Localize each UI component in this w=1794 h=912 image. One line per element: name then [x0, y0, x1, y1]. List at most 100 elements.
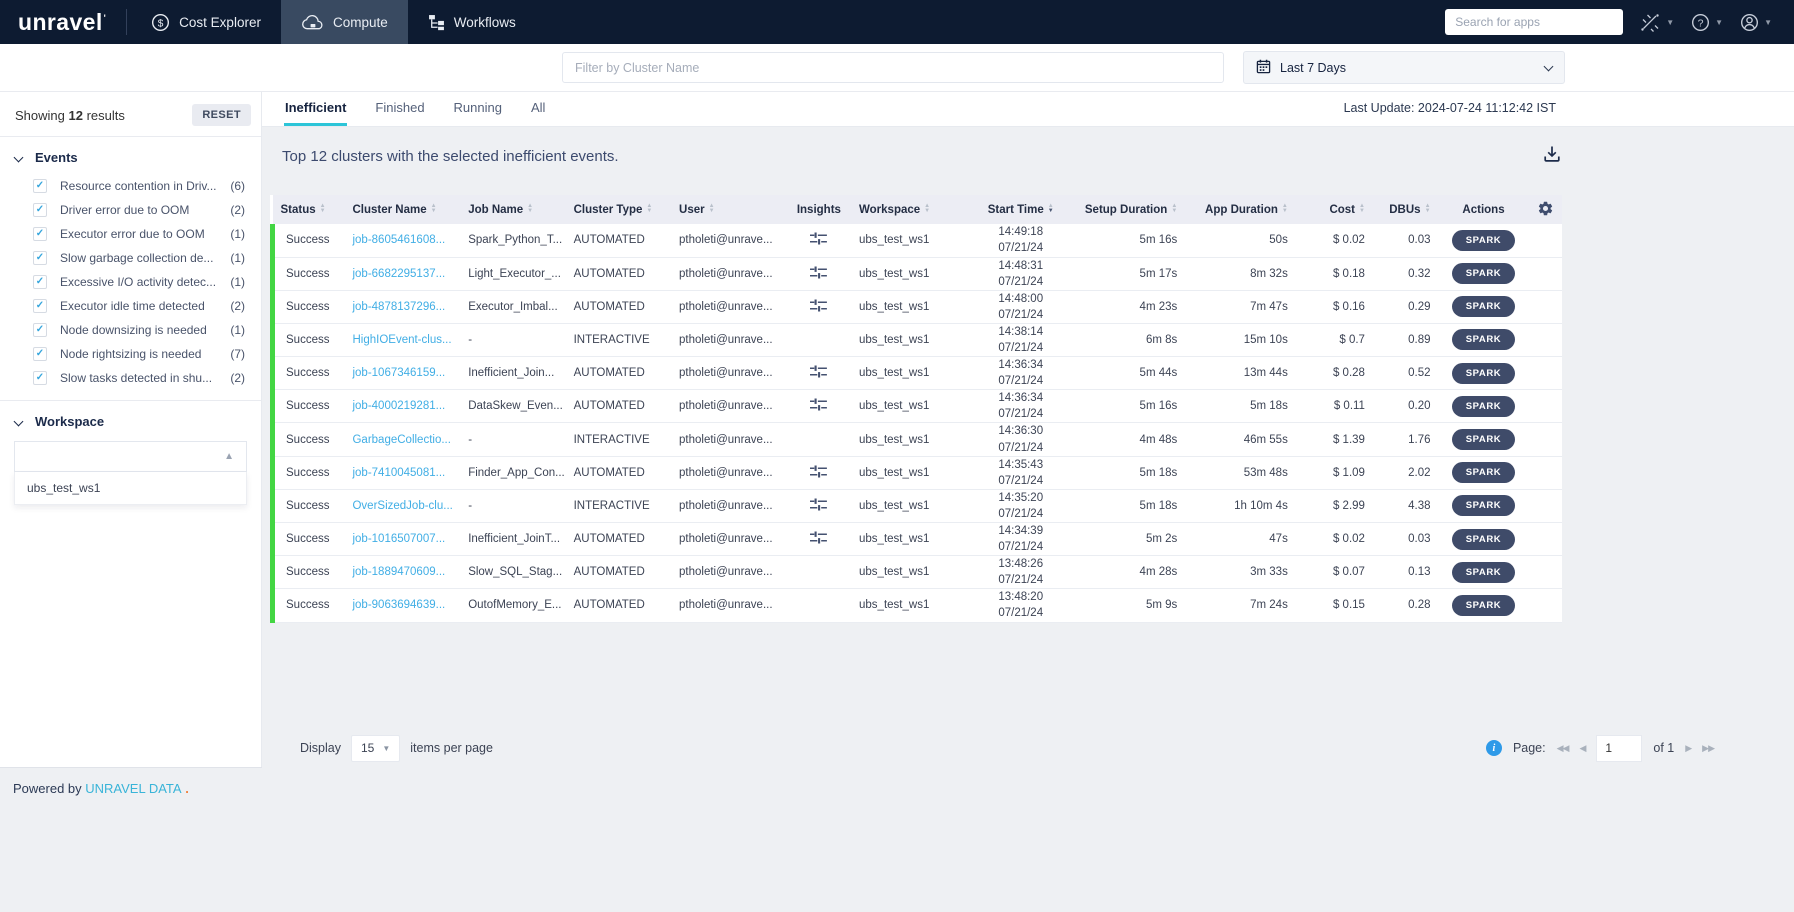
- spark-action-button[interactable]: SPARK: [1451, 594, 1516, 616]
- spark-action-button[interactable]: SPARK: [1451, 229, 1516, 251]
- user-menu[interactable]: ▼: [1740, 13, 1772, 32]
- spark-action-button[interactable]: SPARK: [1451, 395, 1516, 417]
- cluster-name-link[interactable]: job-1016507007...: [352, 533, 445, 545]
- insights-icon[interactable]: [809, 464, 828, 482]
- column-header-cluster-type[interactable]: Cluster Type ▲ ▼: [565, 195, 672, 224]
- date-range-select[interactable]: Last 7 Days: [1243, 51, 1565, 84]
- tab-all[interactable]: All: [530, 91, 546, 126]
- nav-item-workflows[interactable]: Workflows: [408, 0, 536, 44]
- cluster-name-filter-input[interactable]: [562, 52, 1224, 83]
- event-filter-count: (1): [230, 323, 245, 337]
- first-page-button[interactable]: ◀◀: [1557, 743, 1570, 754]
- spark-action-button[interactable]: SPARK: [1451, 329, 1516, 351]
- page-number-input[interactable]: [1596, 734, 1643, 762]
- column-header-setup-duration[interactable]: Setup Duration ▲ ▼: [1074, 195, 1186, 224]
- checkbox-checked[interactable]: ✓: [33, 251, 47, 265]
- cluster-name-link[interactable]: HighIOEvent-clus...: [352, 334, 451, 346]
- table-row: Success job-6682295137... Light_Executor…: [270, 257, 1562, 291]
- tab-finished[interactable]: Finished: [374, 91, 425, 126]
- reset-filters-button[interactable]: RESET: [192, 104, 251, 126]
- column-header-start-time[interactable]: Start Time ▲ ▼: [966, 195, 1075, 224]
- column-header-status[interactable]: Status ▲ ▼: [272, 195, 345, 224]
- events-section-toggle[interactable]: Events: [0, 137, 261, 174]
- column-header-user[interactable]: User ▲ ▼: [671, 195, 787, 224]
- workspace-select[interactable]: ▲: [14, 441, 247, 472]
- cluster-name-link[interactable]: GarbageCollectio...: [352, 434, 450, 446]
- start-time-cell: 14:34:39 07/21/24: [966, 522, 1075, 557]
- event-filter-item: ✓ Slow tasks detected in shu... (2): [0, 366, 261, 390]
- column-header-cluster-name[interactable]: Cluster Name ▲ ▼: [344, 195, 461, 224]
- column-header-insights: Insights: [786, 195, 852, 224]
- cluster-name-link[interactable]: job-4000219281...: [352, 400, 445, 412]
- column-header-job-name[interactable]: Job Name ▲ ▼: [460, 195, 566, 224]
- info-icon[interactable]: i: [1485, 740, 1502, 757]
- insights-icon[interactable]: [809, 530, 828, 548]
- spark-action-button[interactable]: SPARK: [1451, 495, 1516, 517]
- cluster-name-link[interactable]: OverSizedJob-clu...: [352, 500, 452, 512]
- sort-icon: ▲ ▼: [1281, 203, 1288, 215]
- column-header-dbus[interactable]: DBUs ▲ ▼: [1372, 195, 1439, 224]
- column-header-cost[interactable]: Cost ▲ ▼: [1295, 195, 1373, 224]
- cluster-name-link[interactable]: job-9063694639...: [352, 599, 445, 611]
- cluster-name-link[interactable]: job-1889470609...: [352, 566, 445, 578]
- event-filter-count: (7): [230, 347, 245, 361]
- spark-action-button[interactable]: SPARK: [1451, 429, 1516, 451]
- spark-action-button[interactable]: SPARK: [1451, 462, 1516, 484]
- nav-item-cost-explorer[interactable]: $ Cost Explorer: [131, 0, 281, 44]
- start-time-cell: 14:48:31 07/21/24: [966, 257, 1075, 291]
- user-cell: ptholeti@unrave...: [671, 555, 787, 590]
- spark-action-button[interactable]: SPARK: [1451, 263, 1516, 285]
- column-header-workspace[interactable]: Workspace ▲ ▼: [851, 195, 967, 224]
- workspace-option[interactable]: ubs_test_ws1: [14, 472, 247, 505]
- nav-item-compute[interactable]: Compute: [280, 0, 408, 44]
- page-size-select[interactable]: 15 ▼: [351, 734, 401, 762]
- previous-page-button[interactable]: ◀: [1579, 743, 1586, 754]
- dbus-cell: 0.28: [1372, 588, 1439, 623]
- unravel-data-link[interactable]: UNRAVEL DATA: [85, 781, 181, 796]
- table-header-row: Status ▲ ▼ Cluster Name ▲ ▼ Job Name ▲ ▼ Cluster …: [272, 195, 1562, 224]
- tab-running[interactable]: Running: [453, 91, 503, 126]
- cluster-name-link[interactable]: job-4878137296...: [352, 301, 445, 313]
- insights-icon[interactable]: [809, 397, 828, 415]
- search-input[interactable]: [1445, 9, 1624, 35]
- last-update-text: Last Update: 2024-07-24 11:12:42 IST: [1343, 101, 1556, 115]
- status-cell: Success: [270, 588, 345, 623]
- last-page-button[interactable]: ▶▶: [1702, 743, 1715, 754]
- insights-icon[interactable]: [809, 265, 828, 283]
- insights-icon[interactable]: [809, 364, 828, 382]
- setup-duration-cell: 5m 17s: [1074, 257, 1186, 291]
- cluster-name-link[interactable]: job-1067346159...: [352, 367, 445, 379]
- table-settings-gear-icon[interactable]: [1528, 195, 1562, 224]
- spark-action-button[interactable]: SPARK: [1451, 528, 1516, 550]
- insights-icon[interactable]: [809, 497, 828, 515]
- cluster-name-link[interactable]: job-8605461608...: [352, 234, 445, 246]
- cluster-name-link[interactable]: job-7410045081...: [352, 467, 445, 479]
- spark-action-button[interactable]: SPARK: [1451, 362, 1516, 384]
- checkbox-checked[interactable]: ✓: [33, 275, 47, 289]
- insights-icon[interactable]: [809, 298, 828, 316]
- checkbox-checked[interactable]: ✓: [33, 203, 47, 217]
- workspace-section-toggle[interactable]: Workspace: [0, 401, 261, 438]
- help-menu[interactable]: ? ▼: [1691, 13, 1723, 32]
- cluster-name-link[interactable]: job-6682295137...: [352, 268, 445, 280]
- checkbox-checked[interactable]: ✓: [33, 371, 47, 385]
- spark-action-button[interactable]: SPARK: [1451, 561, 1516, 583]
- event-filter-item: ✓ Resource contention in Driv... (6): [0, 174, 261, 198]
- insights-icon[interactable]: [809, 231, 828, 249]
- unravel-logo[interactable]: unravel': [0, 9, 126, 36]
- row-end-spacer: [1528, 224, 1562, 258]
- checkbox-checked[interactable]: ✓: [33, 227, 47, 241]
- next-page-button[interactable]: ▶: [1685, 743, 1692, 754]
- app-duration-cell: 1h 10m 4s: [1185, 489, 1296, 524]
- job-name-cell: OutofMemory_E...: [460, 588, 566, 623]
- checkbox-checked[interactable]: ✓: [33, 179, 47, 193]
- checkbox-checked[interactable]: ✓: [33, 347, 47, 361]
- spark-action-button[interactable]: SPARK: [1451, 296, 1516, 318]
- checkbox-checked[interactable]: ✓: [33, 323, 47, 337]
- download-icon[interactable]: [1542, 144, 1562, 169]
- integrations-menu[interactable]: ▼: [1640, 13, 1674, 32]
- chevron-down-icon: [1543, 61, 1554, 71]
- tab-inefficient[interactable]: Inefficient: [284, 91, 348, 126]
- column-header-app-duration[interactable]: App Duration ▲ ▼: [1185, 195, 1296, 224]
- checkbox-checked[interactable]: ✓: [33, 299, 47, 313]
